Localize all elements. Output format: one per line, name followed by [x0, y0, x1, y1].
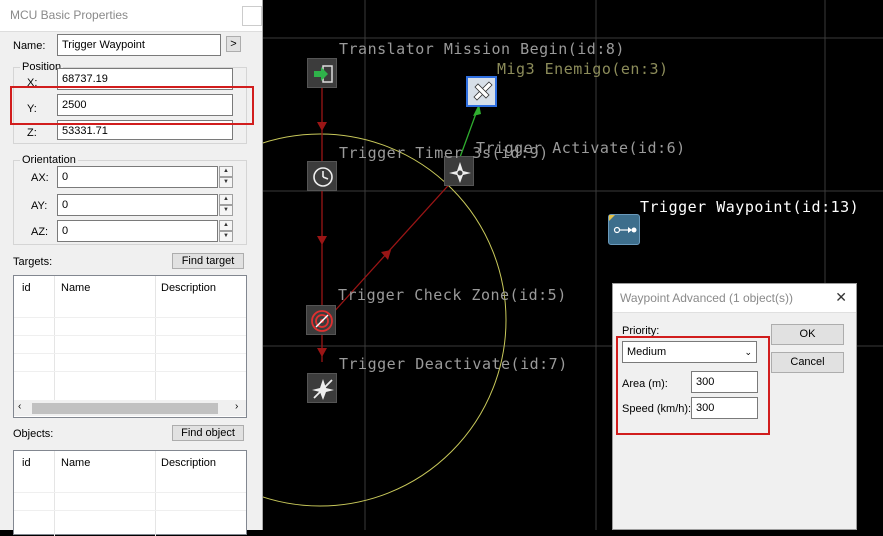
az-down-arrow-icon[interactable]: ▼ — [219, 231, 233, 242]
targets-col-description[interactable]: Description — [161, 282, 216, 294]
scroll-thumb[interactable] — [32, 403, 218, 414]
objects-list[interactable]: id Name Description — [13, 450, 247, 536]
enter-arrow-icon — [314, 65, 333, 83]
trigger-timer-node[interactable] — [307, 161, 337, 191]
deactivate-plane-icon — [312, 379, 334, 400]
az-up-arrow-icon[interactable]: ▲ — [219, 220, 233, 231]
label-trigger-waypoint: Trigger Waypoint(id:13) — [640, 198, 860, 216]
ay-up-arrow-icon[interactable]: ▲ — [219, 194, 233, 205]
ax-spinner[interactable]: ▲ ▼ — [219, 166, 233, 188]
label-trigger-deactivate: Trigger Deactivate(id:7) — [339, 355, 568, 373]
translator-mission-begin-node[interactable] — [307, 58, 337, 88]
trigger-check-zone-node[interactable] — [306, 305, 336, 335]
label-translator-mission-begin: Translator Mission Begin(id:8) — [339, 40, 625, 58]
clock-icon — [313, 167, 333, 187]
mcu-basic-properties-panel: MCU Basic Properties Name: Trigger Waypo… — [0, 0, 263, 536]
trigger-deactivate-node[interactable] — [307, 373, 337, 403]
dialog-close-icon[interactable]: ✕ — [835, 289, 847, 306]
az-label: AZ: — [31, 226, 49, 238]
name-label: Name: — [13, 40, 46, 52]
targets-col-name[interactable]: Name — [61, 282, 90, 294]
mig3-plane-node[interactable] — [466, 76, 497, 107]
ok-button[interactable]: OK — [771, 324, 844, 345]
name-field[interactable]: Trigger Waypoint — [57, 34, 221, 56]
ay-down-arrow-icon[interactable]: ▼ — [219, 205, 233, 216]
ay-field[interactable]: 0 — [57, 194, 218, 216]
ax-up-arrow-icon[interactable]: ▲ — [219, 166, 233, 177]
name-more-button[interactable]: > — [226, 36, 241, 52]
waypoint-advanced-dialog: Waypoint Advanced (1 object(s)) ✕ Priori… — [612, 283, 857, 530]
targets-col-id[interactable]: id — [22, 282, 31, 294]
objects-col-id[interactable]: id — [22, 457, 31, 469]
y-field-highlight — [10, 86, 254, 125]
target-zone-icon — [311, 310, 333, 332]
waypoint-fields-highlight — [616, 336, 770, 435]
label-trigger-check-zone: Trigger Check Zone(id:5) — [338, 286, 567, 304]
ax-label: AX: — [31, 172, 49, 184]
targets-list[interactable]: id Name Description ‹ › — [13, 275, 247, 418]
ax-field[interactable]: 0 — [57, 166, 218, 188]
ay-label: AY: — [31, 200, 48, 212]
plane-icon — [473, 81, 493, 101]
targets-label: Targets: — [13, 256, 53, 268]
panel-close-button[interactable] — [242, 6, 262, 26]
objects-label: Objects: — [13, 428, 54, 440]
orientation-group-label: Orientation — [20, 154, 78, 166]
z-label: Z: — [27, 127, 37, 139]
scroll-right-arrow-icon[interactable]: › — [235, 401, 238, 412]
label-trigger-activate: Trigger Activate(id:6) — [476, 139, 686, 157]
ax-down-arrow-icon[interactable]: ▼ — [219, 177, 233, 188]
label-mig3-enemigo: Mig3 Enemigo(en:3) — [497, 60, 669, 78]
dialog-title: Waypoint Advanced (1 object(s)) — [613, 284, 856, 313]
cancel-button[interactable]: Cancel — [771, 352, 844, 373]
ay-spinner[interactable]: ▲ ▼ — [219, 194, 233, 216]
find-target-button[interactable]: Find target — [172, 253, 244, 269]
panel-title: MCU Basic Properties — [0, 0, 262, 32]
targets-horizontal-scrollbar[interactable]: ‹ › — [14, 400, 246, 416]
scroll-left-arrow-icon[interactable]: ‹ — [18, 401, 21, 412]
az-spinner[interactable]: ▲ ▼ — [219, 220, 233, 242]
waypoint-icon — [609, 215, 637, 234]
az-field[interactable]: 0 — [57, 220, 218, 242]
find-object-button[interactable]: Find object — [172, 425, 244, 441]
objects-col-name[interactable]: Name — [61, 457, 90, 469]
objects-col-description[interactable]: Description — [161, 457, 216, 469]
trigger-waypoint-node[interactable] — [608, 214, 640, 245]
